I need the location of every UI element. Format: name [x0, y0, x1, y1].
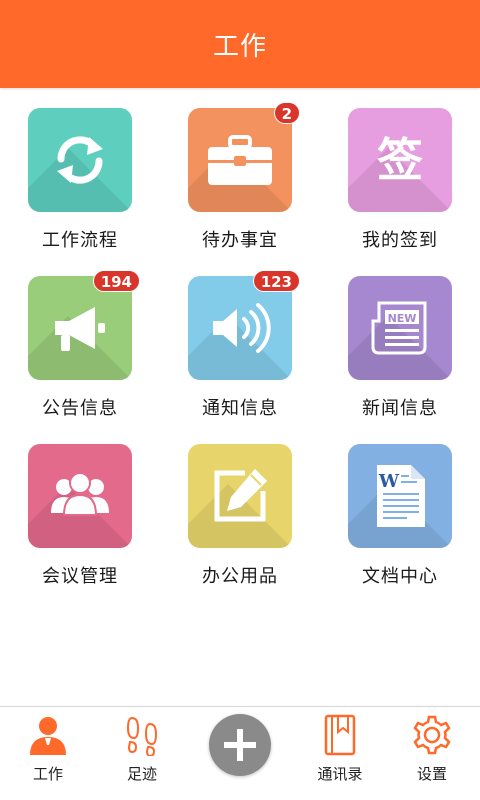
footprints-icon [126, 716, 158, 756]
gear-icon [413, 715, 451, 755]
grid-item-label: 文档中心 [362, 566, 438, 587]
todo-count-badge: 2 [273, 102, 300, 124]
grid-item-label: 我的签到 [362, 230, 438, 251]
tab-settings[interactable]: 设置 [384, 707, 480, 800]
tab-label: 设置 [416, 765, 447, 783]
tab-label: 足迹 [126, 765, 157, 783]
tab-label: 通讯录 [317, 765, 363, 783]
office-supplies-tile [188, 444, 292, 548]
meeting-tile [28, 444, 132, 548]
refresh-icon [57, 136, 103, 184]
grid-item-documents[interactable]: W 文档中心 [320, 444, 480, 612]
todo-tile [188, 108, 292, 212]
grid-item-sign-in[interactable]: 签 我的签到 [320, 108, 480, 276]
grid-item-todo[interactable]: 2 待办事宜 [160, 102, 320, 276]
tab-contacts[interactable]: 通讯录 [292, 707, 388, 800]
page-title: 工作 [212, 31, 267, 62]
meeting-people-icon [51, 472, 109, 516]
grid-item-label: 工作流程 [42, 230, 118, 251]
newspaper-icon: NEW [371, 301, 427, 355]
grid-item-label: 通知信息 [202, 398, 278, 419]
svg-text:W: W [378, 471, 400, 492]
grid-item-notice[interactable]: 123 通知信息 [160, 270, 320, 444]
documents-tile: W [348, 444, 452, 548]
person-icon [30, 717, 66, 755]
address-book-icon [324, 714, 356, 756]
sign-in-tile: 签 [348, 108, 452, 212]
grid-item-meeting[interactable]: 会议管理 [0, 444, 160, 612]
grid-item-label: 办公用品 [202, 566, 278, 587]
tab-label: 工作 [32, 765, 63, 783]
briefcase-icon [208, 135, 272, 185]
announcement-count-badge: 194 [92, 270, 140, 292]
edit-icon [214, 469, 267, 522]
grid-item-label: 会议管理 [42, 566, 118, 587]
sign-in-icon: 签 [377, 133, 423, 187]
grid-item-office-supplies[interactable]: 办公用品 [160, 444, 320, 612]
news-tile: NEW [348, 276, 452, 380]
grid-item-label: 待办事宜 [202, 230, 278, 251]
svg-text:NEW: NEW [388, 312, 417, 325]
grid-item-news[interactable]: NEW 新闻信息 [320, 276, 480, 444]
tab-footprints[interactable]: 足迹 [94, 707, 190, 800]
grid-item-workflow[interactable]: 工作流程 [0, 108, 160, 276]
app-header: 工作 [0, 0, 480, 88]
speaker-icon [213, 303, 271, 353]
notice-count-badge: 123 [252, 270, 300, 292]
workflow-tile [28, 108, 132, 212]
svg-text:签: 签 [377, 133, 423, 187]
grid-item-label: 公告信息 [42, 398, 118, 419]
grid-item-announcement[interactable]: 194 公告信息 [0, 270, 160, 444]
word-document-icon: W [377, 465, 425, 527]
function-grid: 工作流程 2 待办事宜 签 我的签到 194 公告信息 123 通知信息 NEW… [0, 102, 480, 612]
tab-work[interactable]: 工作 [0, 707, 96, 800]
add-button[interactable] [209, 714, 271, 776]
plus-icon [224, 729, 256, 761]
grid-item-label: 新闻信息 [362, 398, 438, 419]
megaphone-icon [55, 307, 105, 351]
